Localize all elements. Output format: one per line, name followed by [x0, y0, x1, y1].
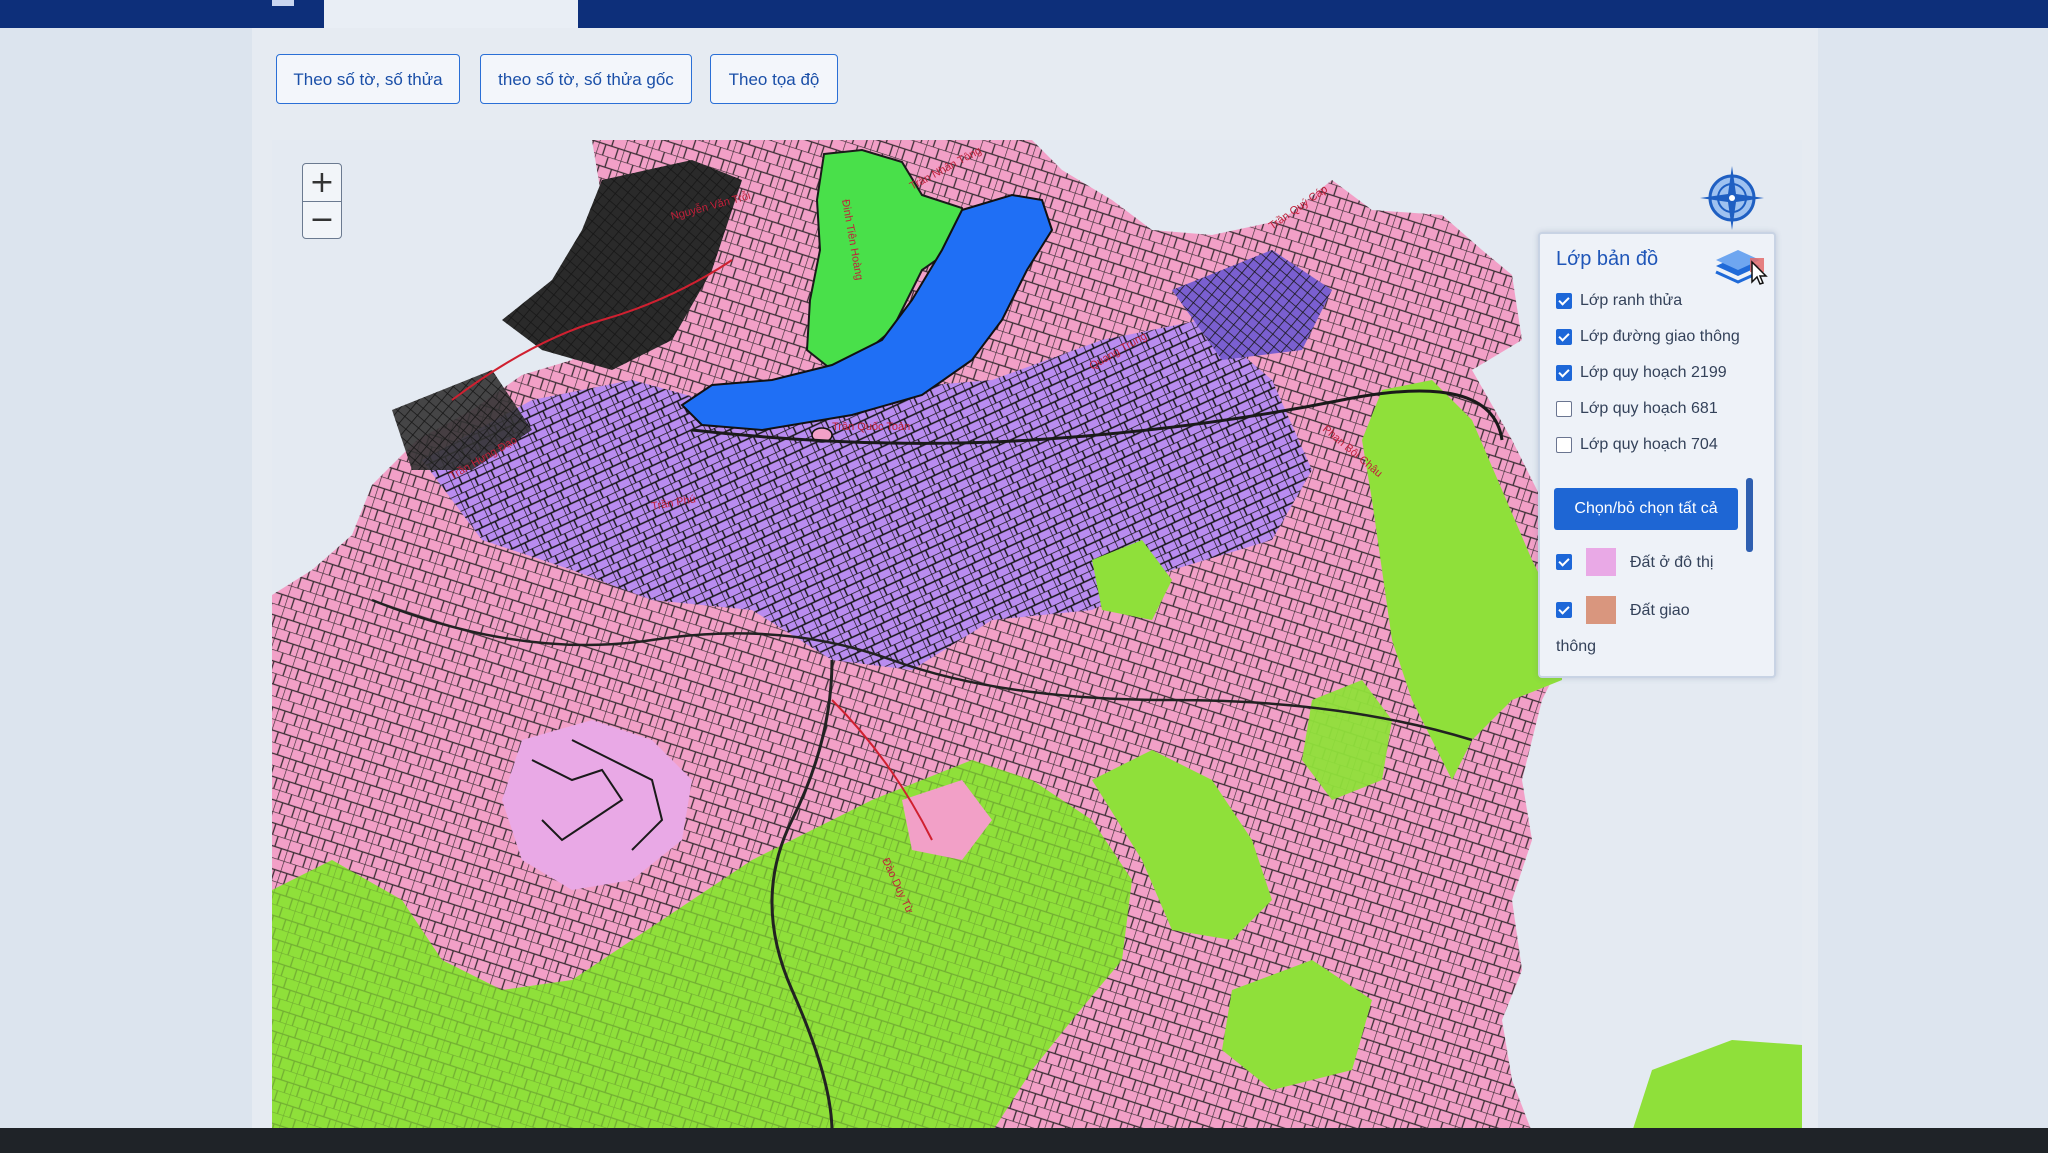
layer-parcel-boundary[interactable]: Lớp ranh thửa: [1556, 290, 1682, 312]
layer-checkbox[interactable]: [1556, 329, 1572, 345]
layer-plan-2199[interactable]: Lớp quy hoạch 2199: [1556, 362, 1727, 384]
search-by-sheet-parcel-button[interactable]: Theo số tờ, số thửa: [276, 54, 460, 104]
compass-icon[interactable]: [1696, 162, 1768, 234]
zoom-control: + −: [302, 163, 342, 239]
layer-plan-704[interactable]: Lớp quy hoạch 704: [1556, 434, 1718, 456]
layer-label: Lớp quy hoạch 681: [1580, 400, 1718, 417]
zoom-out-button[interactable]: −: [303, 201, 341, 238]
screen-bezel: [0, 1128, 2048, 1153]
layer-panel-title: Lớp bản đồ: [1556, 248, 1659, 270]
layer-roads[interactable]: Lớp đường giao thông: [1556, 326, 1740, 348]
menu-icon[interactable]: [272, 0, 294, 6]
legend-label: Đất ở đô thị: [1630, 554, 1714, 571]
legend-urban-land[interactable]: Đất ở đô thị: [1556, 548, 1756, 578]
zoom-in-button[interactable]: +: [303, 164, 341, 201]
search-by-original-sheet-parcel-button[interactable]: theo số tờ, số thửa gốc: [480, 54, 692, 104]
layer-checkbox[interactable]: [1556, 293, 1572, 309]
panel-scrollbar[interactable]: [1746, 478, 1753, 552]
layers-icon[interactable]: [1712, 244, 1768, 288]
legend-checkbox[interactable]: [1556, 602, 1572, 618]
legend-label-continuation: thông: [1556, 638, 1597, 655]
left-margin: [0, 28, 252, 1128]
legend-label: Đất giao: [1630, 602, 1690, 619]
right-margin: [1818, 28, 2048, 1128]
select-all-button[interactable]: Chọn/bỏ chọn tất cả: [1554, 488, 1738, 530]
layer-checkbox[interactable]: [1556, 401, 1572, 417]
layer-checkbox[interactable]: [1556, 437, 1572, 453]
legend-swatch: [1586, 596, 1616, 624]
layer-label: Lớp ranh thửa: [1580, 292, 1683, 309]
layer-panel: Lớp bản đồ Lớp ranh thửa Lớp đường giao …: [1538, 232, 1776, 678]
active-nav-tab[interactable]: [324, 0, 578, 28]
legend-checkbox[interactable]: [1556, 554, 1572, 570]
legend-transport-land[interactable]: Đất giao: [1556, 596, 1756, 626]
layer-checkbox[interactable]: [1556, 365, 1572, 381]
street-label: Trần Quốc Toản: [832, 421, 910, 433]
layer-label: Lớp đường giao thông: [1580, 328, 1740, 345]
legend-swatch: [1586, 548, 1616, 576]
search-by-coordinates-button[interactable]: Theo tọa độ: [710, 54, 838, 104]
layer-plan-681[interactable]: Lớp quy hoạch 681: [1556, 398, 1718, 420]
layer-label: Lớp quy hoạch 2199: [1580, 364, 1727, 381]
layer-label: Lớp quy hoạch 704: [1580, 436, 1718, 453]
top-nav-bar: [0, 0, 2048, 28]
